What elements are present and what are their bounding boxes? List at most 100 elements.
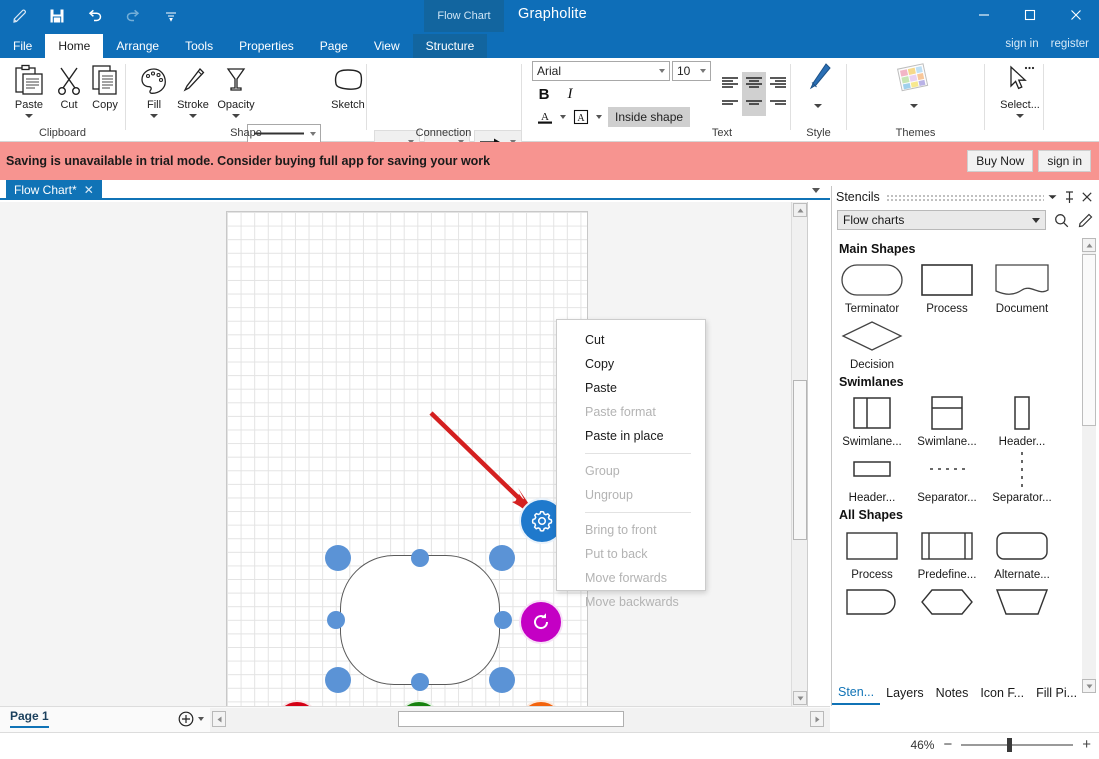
- menu-tab-view[interactable]: View: [361, 34, 413, 58]
- resize-handle-bottom-left[interactable]: [325, 667, 351, 693]
- stencil-item-swimlane-vertical[interactable]: Swimlane...: [835, 392, 909, 448]
- add-page-button[interactable]: [178, 711, 204, 727]
- panel-tab-icon-fonts[interactable]: Icon F...: [974, 681, 1030, 705]
- chevron-down-icon[interactable]: [232, 114, 240, 118]
- panel-tab-fill-pictures[interactable]: Fill Pi...: [1030, 681, 1083, 705]
- save-icon[interactable]: [38, 1, 76, 31]
- canvas-horizontal-scrollbar[interactable]: [210, 708, 830, 732]
- stencil-item-terminator[interactable]: Terminator: [835, 259, 909, 315]
- chevron-down-icon[interactable]: [1044, 188, 1061, 206]
- stencil-item-header-horizontal[interactable]: Header...: [835, 448, 909, 504]
- minimize-icon[interactable]: [961, 0, 1007, 30]
- customize-icon[interactable]: [152, 1, 190, 31]
- stencil-item-separator-vertical[interactable]: Separator...: [985, 448, 1059, 504]
- maximize-icon[interactable]: [1007, 0, 1053, 30]
- pen-icon[interactable]: [0, 1, 38, 31]
- panel-tab-stencils[interactable]: Sten...: [832, 681, 881, 705]
- font-color-button[interactable]: A: [534, 107, 556, 127]
- stencil-item-delay[interactable]: [835, 581, 909, 625]
- scroll-down-button[interactable]: [793, 691, 807, 705]
- scroll-right-button[interactable]: [810, 711, 824, 727]
- menu-tab-home[interactable]: Home: [45, 34, 104, 58]
- context-menu-item-copy[interactable]: Copy: [557, 352, 705, 376]
- menu-tab-tools[interactable]: Tools: [172, 34, 226, 58]
- stencil-item-header-vertical[interactable]: Header...: [985, 392, 1059, 448]
- italic-button[interactable]: I: [560, 84, 580, 104]
- close-icon[interactable]: ✕: [84, 183, 94, 197]
- stencils-scroll-thumb[interactable]: [1082, 254, 1096, 426]
- chevron-down-icon[interactable]: [198, 717, 204, 721]
- banner-sign-in-button[interactable]: sign in: [1038, 150, 1091, 172]
- context-menu-item-cut[interactable]: Cut: [557, 328, 705, 352]
- font-color-dropdown[interactable]: [558, 112, 568, 122]
- font-size-dropdown[interactable]: 10: [672, 61, 711, 81]
- inside-shape-button[interactable]: Inside shape: [608, 107, 691, 127]
- stencil-item-manual-operation[interactable]: [985, 581, 1059, 625]
- register-link[interactable]: register: [1051, 38, 1089, 50]
- menu-tab-arrange[interactable]: Arrange: [103, 34, 172, 58]
- stencil-item-all-process[interactable]: Process: [835, 525, 909, 581]
- resize-handle-middle-left[interactable]: [327, 611, 345, 629]
- minus-icon[interactable]: −: [943, 737, 952, 752]
- stencil-item-decision[interactable]: Decision: [835, 315, 909, 371]
- context-menu[interactable]: Cut Copy Paste Paste format Paste in pla…: [556, 319, 706, 609]
- text-highlight-button[interactable]: A: [570, 107, 592, 127]
- menu-tab-structure[interactable]: Structure: [412, 34, 488, 58]
- chevron-down-icon[interactable]: [25, 114, 33, 118]
- redo-icon[interactable]: [114, 1, 152, 31]
- resize-handle-bottom-right[interactable]: [489, 667, 515, 693]
- stencils-scroll-up-button[interactable]: [1082, 238, 1096, 252]
- align-left-button[interactable]: [718, 72, 742, 94]
- document-tab-flow-chart[interactable]: Flow Chart* ✕: [6, 180, 102, 200]
- copy-button[interactable]: Copy: [82, 62, 128, 111]
- select-button[interactable]: Select...: [995, 62, 1045, 118]
- chevron-down-icon[interactable]: [1016, 114, 1024, 118]
- stencils-vertical-scrollbar[interactable]: [1082, 238, 1096, 693]
- chevron-down-icon[interactable]: [814, 104, 822, 108]
- window-document-tab[interactable]: Flow Chart: [424, 0, 504, 32]
- resize-handle-top-right[interactable]: [489, 545, 515, 571]
- resize-handle-middle-right[interactable]: [494, 611, 512, 629]
- font-family-dropdown[interactable]: Arial: [532, 61, 670, 81]
- opacity-button[interactable]: Opacity: [210, 62, 262, 118]
- menu-tab-page[interactable]: Page: [307, 34, 361, 58]
- zoom-slider-track[interactable]: [961, 737, 1074, 752]
- context-menu-item-paste-in-place[interactable]: Paste in place: [557, 424, 705, 448]
- align-right-button[interactable]: [766, 72, 790, 94]
- scroll-up-button[interactable]: [793, 203, 807, 217]
- panel-tab-layers[interactable]: Layers: [880, 681, 930, 705]
- panel-tab-notes[interactable]: Notes: [930, 681, 975, 705]
- pin-icon[interactable]: [1061, 188, 1078, 206]
- chevron-down-icon[interactable]: [189, 114, 197, 118]
- canvas-vertical-scrollbar[interactable]: [791, 202, 807, 706]
- chevron-down-icon[interactable]: [812, 188, 820, 193]
- context-menu-item-paste[interactable]: Paste: [557, 376, 705, 400]
- text-highlight-dropdown[interactable]: [594, 112, 604, 122]
- selected-shape-terminator[interactable]: [340, 555, 500, 685]
- close-icon[interactable]: [1053, 0, 1099, 30]
- align-center-button[interactable]: [742, 72, 766, 94]
- sign-in-link[interactable]: sign in: [1005, 38, 1038, 50]
- chevron-down-icon[interactable]: [910, 104, 918, 108]
- style-button[interactable]: [795, 62, 841, 108]
- stencil-item-predefined-process[interactable]: Predefine...: [910, 525, 984, 581]
- page-tab-page-1[interactable]: Page 1: [10, 709, 49, 728]
- stencil-item-alternate-process[interactable]: Alternate...: [985, 525, 1059, 581]
- menu-tab-file[interactable]: File: [0, 34, 45, 58]
- sketch-button[interactable]: Sketch: [324, 62, 372, 111]
- resize-handle-bottom-center[interactable]: [411, 673, 429, 691]
- zoom-slider-thumb[interactable]: [1007, 737, 1013, 752]
- panel-drag-grip[interactable]: [885, 193, 1044, 201]
- plus-icon[interactable]: +: [1082, 737, 1091, 752]
- close-icon[interactable]: [1078, 188, 1095, 206]
- resize-handle-top-left[interactable]: [325, 545, 351, 571]
- stencil-item-process[interactable]: Process: [910, 259, 984, 315]
- pencil-icon[interactable]: [1077, 211, 1094, 229]
- menu-tab-properties[interactable]: Properties: [226, 34, 307, 58]
- scroll-left-button[interactable]: [212, 711, 226, 727]
- canvas-vertical-scroll-thumb[interactable]: [793, 380, 807, 540]
- themes-button[interactable]: [891, 62, 937, 108]
- buy-now-button[interactable]: Buy Now: [967, 150, 1034, 172]
- search-icon[interactable]: [1053, 211, 1070, 229]
- stencil-item-separator-horizontal[interactable]: Separator...: [910, 448, 984, 504]
